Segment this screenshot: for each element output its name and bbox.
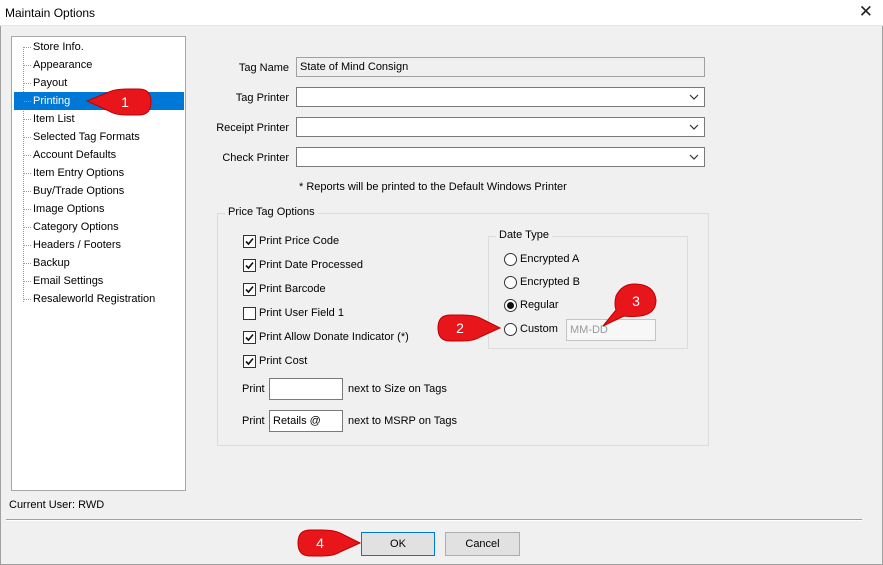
- checkmark-icon: [245, 285, 254, 293]
- sidebar-item-label: Buy/Trade Options: [33, 185, 125, 197]
- checkmark-icon: [245, 333, 254, 341]
- receipt-printer-label: Receipt Printer: [216, 122, 289, 134]
- chevron-down-icon: [689, 124, 699, 130]
- print-cost-checkbox[interactable]: Print Cost: [243, 353, 307, 369]
- tag-printer-label: Tag Printer: [235, 92, 289, 104]
- ok-button[interactable]: OK: [361, 532, 435, 556]
- sidebar-item-store-info[interactable]: Store Info.: [14, 38, 184, 56]
- cancel-button[interactable]: Cancel: [445, 532, 520, 556]
- sidebar-item-image-options[interactable]: Image Options: [14, 200, 184, 218]
- date-type-encrypted-b-radio[interactable]: Encrypted B: [504, 274, 580, 290]
- sidebar-item-label: Headers / Footers: [33, 239, 122, 251]
- sidebar-item-email-settings[interactable]: Email Settings: [14, 272, 184, 290]
- sidebar-item-resaleworld-registration[interactable]: Resaleworld Registration: [14, 290, 184, 308]
- receipt-printer-dropdown[interactable]: [296, 117, 705, 137]
- footer-separator: [6, 519, 862, 521]
- sidebar-item-label: Email Settings: [33, 275, 104, 287]
- checkmark-icon: [245, 357, 254, 365]
- callout-4-number: 4: [316, 535, 324, 551]
- sidebar-item-label: Image Options: [33, 203, 105, 215]
- sidebar-item-label: Resaleworld Registration: [33, 293, 156, 305]
- close-icon[interactable]: ✕: [859, 3, 873, 21]
- print-user-field-1-checkbox[interactable]: Print User Field 1: [243, 305, 344, 321]
- date-type-custom-radio[interactable]: Custom: [504, 321, 558, 337]
- chevron-down-icon: [689, 94, 699, 100]
- sidebar-item-category-options[interactable]: Category Options: [14, 218, 184, 236]
- options-tree: Store Info. Appearance Payout Printing I…: [11, 36, 186, 491]
- print-msrp-prefix: Print: [242, 415, 265, 427]
- window-title: Maintain Options: [5, 6, 96, 20]
- check-printer-dropdown[interactable]: [296, 147, 705, 167]
- checkbox-label: Print Price Code: [259, 235, 340, 247]
- sidebar-item-label: Store Info.: [33, 41, 84, 53]
- sidebar-item-appearance[interactable]: Appearance: [14, 56, 184, 74]
- custom-date-format-input[interactable]: MM-DD: [566, 319, 656, 341]
- current-user-label: Current User: RWD: [9, 499, 105, 511]
- tag-name-field[interactable]: State of Mind Consign: [296, 57, 705, 77]
- sidebar-item-selected-tag-formats[interactable]: Selected Tag Formats: [14, 128, 184, 146]
- sidebar-item-buy-trade-options[interactable]: Buy/Trade Options: [14, 182, 184, 200]
- sidebar-item-account-defaults[interactable]: Account Defaults: [14, 146, 184, 164]
- sidebar-item-label: Backup: [33, 257, 70, 269]
- chevron-down-icon: [689, 154, 699, 160]
- checkbox-label: Print Date Processed: [259, 259, 363, 271]
- print-date-processed-checkbox[interactable]: Print Date Processed: [243, 257, 363, 273]
- tag-printer-dropdown[interactable]: [296, 87, 705, 107]
- sidebar-item-headers-footers[interactable]: Headers / Footers: [14, 236, 184, 254]
- check-printer-label: Check Printer: [222, 152, 289, 164]
- print-size-suffix: next to Size on Tags: [348, 383, 447, 395]
- checkbox-label: Print Cost: [259, 355, 308, 367]
- sidebar-item-label: Appearance: [33, 59, 93, 71]
- print-barcode-checkbox[interactable]: Print Barcode: [243, 281, 326, 297]
- price-tag-options-title: Price Tag Options: [225, 206, 318, 218]
- callout-4-marker: 4: [297, 529, 362, 557]
- tag-name-label: Tag Name: [238, 62, 289, 74]
- sidebar-item-payout[interactable]: Payout: [14, 74, 184, 92]
- date-type-encrypted-a-radio[interactable]: Encrypted A: [504, 251, 579, 267]
- sidebar-item-backup[interactable]: Backup: [14, 254, 184, 272]
- radio-label: Regular: [520, 299, 559, 311]
- checkbox-label: Print Barcode: [259, 283, 326, 295]
- print-size-prefix: Print: [242, 383, 265, 395]
- title-bar: Maintain Options ✕: [0, 0, 883, 26]
- radio-label: Encrypted A: [520, 253, 580, 265]
- sidebar-item-item-entry-options[interactable]: Item Entry Options: [14, 164, 184, 182]
- sidebar-item-item-list[interactable]: Item List: [14, 110, 184, 128]
- date-type-regular-radio[interactable]: Regular: [504, 297, 559, 313]
- checkmark-icon: [245, 237, 254, 245]
- print-allow-donate-indicator-checkbox[interactable]: Print Allow Donate Indicator (*): [243, 329, 409, 345]
- size-tag-text-input[interactable]: [269, 378, 343, 400]
- sidebar-item-label: Account Defaults: [33, 149, 117, 161]
- default-printer-note: * Reports will be printed to the Default…: [299, 181, 567, 193]
- radio-label: Custom: [520, 323, 558, 335]
- print-price-code-checkbox[interactable]: Print Price Code: [243, 233, 339, 249]
- checkmark-icon: [245, 261, 254, 269]
- sidebar-item-label: Category Options: [33, 221, 119, 233]
- print-msrp-suffix: next to MSRP on Tags: [348, 415, 458, 427]
- sidebar-item-label: Printing: [33, 95, 71, 107]
- date-type-title: Date Type: [496, 229, 552, 241]
- sidebar-item-label: Item List: [33, 113, 75, 125]
- msrp-tag-text-input[interactable]: Retails @: [269, 410, 343, 432]
- radio-selected-dot: [507, 301, 514, 309]
- sidebar-item-label: Payout: [33, 77, 68, 89]
- checkbox-label: Print Allow Donate Indicator (*): [259, 331, 409, 343]
- checkbox-label: Print User Field 1: [259, 307, 344, 319]
- sidebar-item-label: Selected Tag Formats: [33, 131, 140, 143]
- sidebar-item-label: Item Entry Options: [33, 167, 125, 179]
- sidebar-item-printing[interactable]: Printing: [14, 92, 184, 110]
- radio-label: Encrypted B: [520, 276, 580, 288]
